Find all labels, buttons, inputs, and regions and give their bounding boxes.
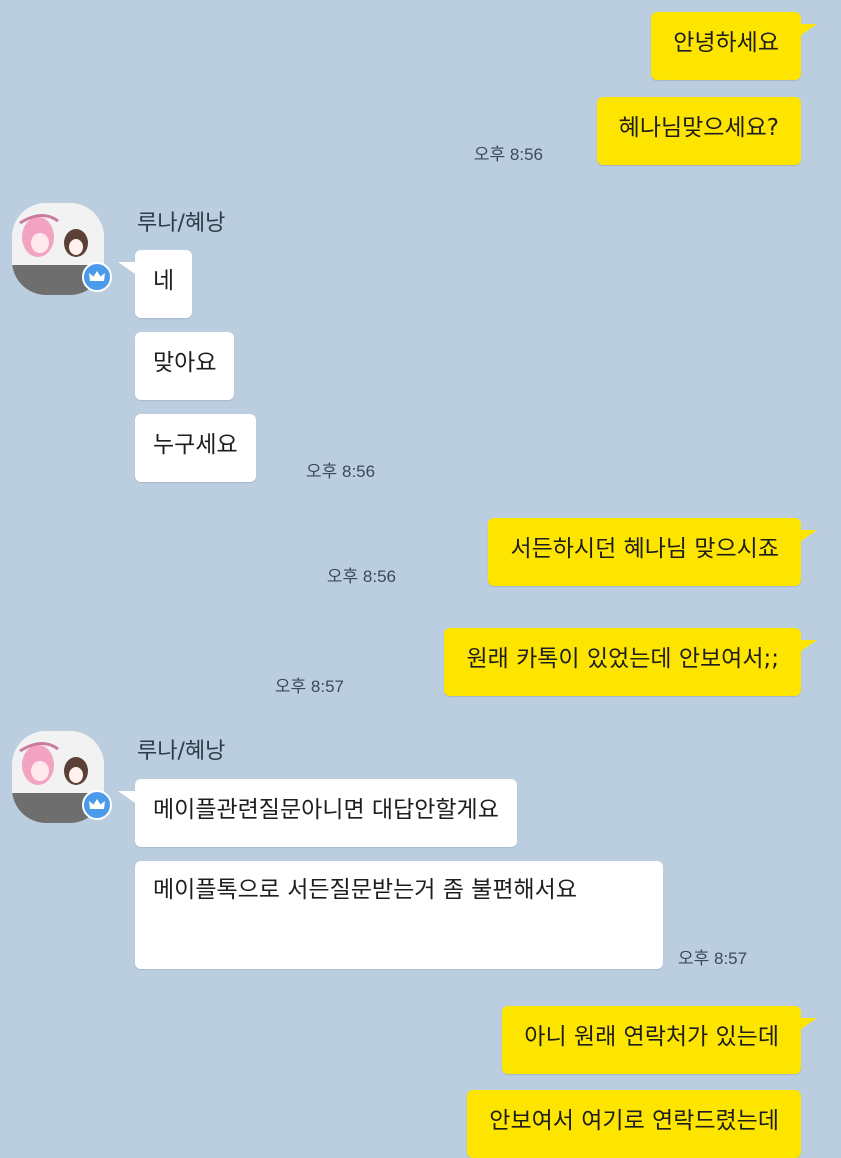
message-timestamp: 오후 8:56 (326, 567, 396, 586)
their-message-bubble[interactable]: 맞아요 (135, 332, 235, 400)
sender-name: 루나/혜낭 (137, 211, 226, 236)
message-text: 안보여서 여기로 연락드렸는데 (489, 1108, 779, 1134)
message-timestamp: 오후 8:57 (678, 949, 748, 968)
message-timestamp: 오후 8:56 (473, 145, 543, 164)
message-text: 메이플관련질문아니면 대답안할게요 (153, 797, 499, 823)
sender-name: 루나/혜낭 (137, 739, 226, 764)
bubble-tail (797, 1018, 817, 1032)
my-message-bubble[interactable]: 원래 카톡이 있었는데 안보여서;; (444, 628, 801, 696)
their-message-bubble[interactable]: 메이플관련질문아니면 대답안할게요 (135, 779, 517, 847)
message-text: 맞아요 (153, 350, 217, 376)
my-message-bubble[interactable]: 안보여서 여기로 연락드렸는데 (467, 1090, 801, 1158)
message-text: 아니 원래 연락처가 있는데 (524, 1024, 779, 1050)
message-text: 서든하시던 혜나님 맞으시죠 (510, 536, 779, 562)
bubble-tail (797, 640, 817, 654)
crown-icon (82, 790, 112, 820)
their-message-bubble[interactable]: 메이플톡으로 서든질문받는거 좀 불편해서요 (135, 861, 663, 969)
message-timestamp: 오후 8:56 (306, 462, 376, 481)
message-text: 네 (153, 268, 175, 294)
message-text: 원래 카톡이 있었는데 안보여서;; (466, 646, 779, 672)
my-message-bubble[interactable]: 안녕하세요 (651, 12, 801, 80)
my-message-bubble[interactable]: 서든하시던 혜나님 맞으시죠 (488, 518, 801, 586)
their-message-bubble[interactable]: 누구세요 (135, 414, 256, 482)
message-text: 안녕하세요 (673, 30, 779, 56)
my-message-bubble[interactable]: 아니 원래 연락처가 있는데 (502, 1006, 801, 1074)
message-text: 혜나님맞으세요? (618, 115, 779, 141)
message-timestamp: 오후 8:57 (274, 677, 344, 696)
bubble-tail (797, 24, 817, 38)
message-text: 메이플톡으로 서든질문받는거 좀 불편해서요 (153, 877, 577, 903)
message-text: 누구세요 (153, 432, 238, 458)
crown-icon (82, 262, 112, 292)
their-message-bubble[interactable]: 네 (135, 250, 193, 318)
my-message-bubble[interactable]: 혜나님맞으세요? (596, 97, 801, 165)
bubble-tail (797, 530, 817, 544)
